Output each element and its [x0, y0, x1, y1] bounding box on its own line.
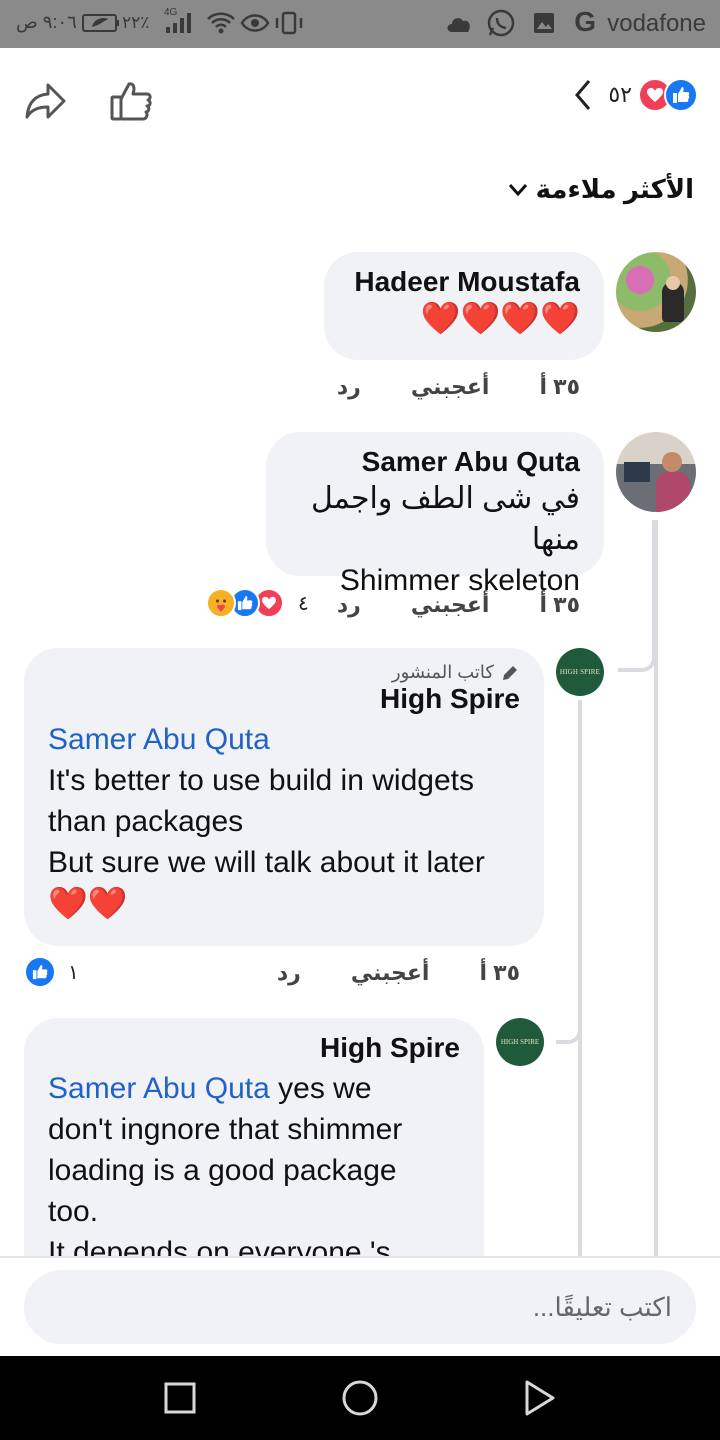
comment-text-line: too.: [48, 1195, 99, 1228]
comment-input[interactable]: [24, 1270, 696, 1344]
comment-mention-line: Samer Abu Quta: [48, 719, 520, 760]
comment-composer: [0, 1256, 720, 1356]
battery-icon: [82, 9, 120, 37]
wifi-icon: [206, 9, 236, 37]
status-bar: vodafone G 4G ٢٢٪ ٩:٠٦ ص: [0, 0, 720, 48]
battery-percent: ٢٢٪: [122, 13, 150, 32]
comment-author[interactable]: High Spire: [48, 1032, 460, 1064]
signal-icon: 4G: [164, 7, 194, 37]
comment-text-line: Samer Abu Quta yes we: [48, 1068, 460, 1109]
vibrate-icon: [274, 9, 304, 37]
home-button[interactable]: [340, 1378, 380, 1418]
comment-text-line: don't ingnore that shimmer: [48, 1113, 403, 1146]
mention-link[interactable]: Samer Abu Quta: [48, 1072, 270, 1105]
author-badge: كاتب المنشور: [48, 662, 520, 683]
post-reaction-count: ٥٢: [608, 82, 632, 107]
whatsapp-icon: [486, 9, 516, 37]
like-comment-button[interactable]: أعجبني: [411, 592, 490, 618]
like-reaction-icon: [664, 78, 698, 112]
share-icon: [25, 83, 66, 119]
google-icon: G: [574, 6, 596, 37]
eye-icon: [240, 9, 270, 37]
comment-text-line: ❤️❤️: [48, 885, 128, 921]
avatar-high-spire[interactable]: HIGH SPIRE: [556, 648, 604, 696]
comment-text-line: في شى الطف واجمل منها: [310, 482, 580, 556]
avatar-logo-text: HIGH SPIRE: [559, 668, 601, 676]
sort-dropdown[interactable]: الأكثر ملاءمة: [508, 174, 694, 205]
comment-reaction-count: ١: [68, 961, 79, 984]
comment-text-line: than packages: [48, 805, 244, 838]
avatar-hadeer[interactable]: [616, 252, 696, 332]
comment-reactions[interactable]: ١: [24, 956, 79, 988]
thread-connector: [618, 520, 656, 672]
comment-time: ٣٥ أ: [539, 374, 580, 399]
chevron-down-icon: [508, 183, 527, 196]
reply-thread-connector: [556, 1000, 582, 1044]
comment-text-line: But sure we will talk about it later: [48, 846, 485, 879]
chevron-left-icon[interactable]: [572, 78, 594, 112]
avatar-samer[interactable]: [616, 432, 696, 512]
triangle-back-icon: [525, 1380, 555, 1416]
pencil-icon: [503, 665, 517, 680]
like-post-button[interactable]: [108, 78, 154, 124]
network-type: 4G: [164, 7, 178, 18]
comment-author[interactable]: High Spire: [48, 683, 520, 715]
share-button[interactable]: [22, 78, 68, 124]
post-reaction-summary[interactable]: ٥٢: [572, 78, 698, 112]
mention-link[interactable]: Samer Abu Quta: [48, 723, 270, 756]
system-nav-bar: [0, 1356, 720, 1440]
square-icon: [164, 1382, 196, 1414]
comment-author[interactable]: Hadeer Moustafa: [348, 266, 580, 298]
reply-button[interactable]: رد: [337, 592, 361, 618]
avatar-logo-text: HIGH SPIRE: [500, 1038, 540, 1046]
circle-icon: [342, 1380, 378, 1416]
carrier-name: vodafone: [607, 10, 706, 37]
comment-time: ٣٥ أ: [479, 960, 520, 985]
comment-reaction-count: ٤: [298, 592, 309, 615]
recents-button[interactable]: [160, 1378, 200, 1418]
cloud-icon: [444, 9, 474, 37]
avatar-high-spire[interactable]: HIGH SPIRE: [496, 1018, 544, 1066]
reply-button[interactable]: رد: [277, 960, 301, 986]
comment-actions: ٣٥ أ أعجبني رد: [277, 960, 520, 986]
comment-time: ٣٥ أ: [539, 592, 580, 617]
care-reaction-icon: [206, 588, 236, 618]
reply-thread-line: [578, 700, 582, 1256]
like-comment-button[interactable]: أعجبني: [411, 374, 490, 400]
comment-actions: ٣٥ أ أعجبني رد: [337, 374, 580, 400]
comment-bubble[interactable]: Samer Abu Quta في شى الطف واجمل منها Shi…: [266, 432, 604, 597]
like-icon: [110, 82, 152, 121]
like-reaction-icon: [24, 956, 56, 988]
comment-bubble[interactable]: كاتب المنشور High Spire Samer Abu Quta I…: [24, 648, 544, 946]
author-badge-label: كاتب المنشور: [391, 662, 494, 682]
gallery-icon: [532, 9, 556, 37]
comment-text: ❤️❤️❤️❤️: [420, 300, 580, 336]
comment-text: yes we: [269, 1072, 372, 1105]
comment-text-line: loading is a good package: [48, 1154, 397, 1187]
comment-actions: ٣٥ أ أعجبني رد: [337, 592, 580, 618]
like-comment-button[interactable]: أعجبني: [351, 960, 430, 986]
clock: ٩:٠٦ ص: [16, 12, 77, 32]
comment-text-line: It's better to use build in widgets: [48, 764, 474, 797]
back-button[interactable]: [520, 1378, 560, 1418]
sort-label: الأكثر ملاءمة: [535, 174, 694, 204]
comment-reactions[interactable]: ٤: [206, 588, 309, 618]
screen: vodafone G 4G ٢٢٪ ٩:٠٦ ص ٥٢ الأكثر ملاءم…: [0, 0, 720, 1440]
comment-author[interactable]: Samer Abu Quta: [290, 446, 580, 478]
comment-bubble[interactable]: Hadeer Moustafa ❤️❤️❤️❤️: [324, 252, 604, 360]
reply-button[interactable]: رد: [337, 374, 361, 400]
